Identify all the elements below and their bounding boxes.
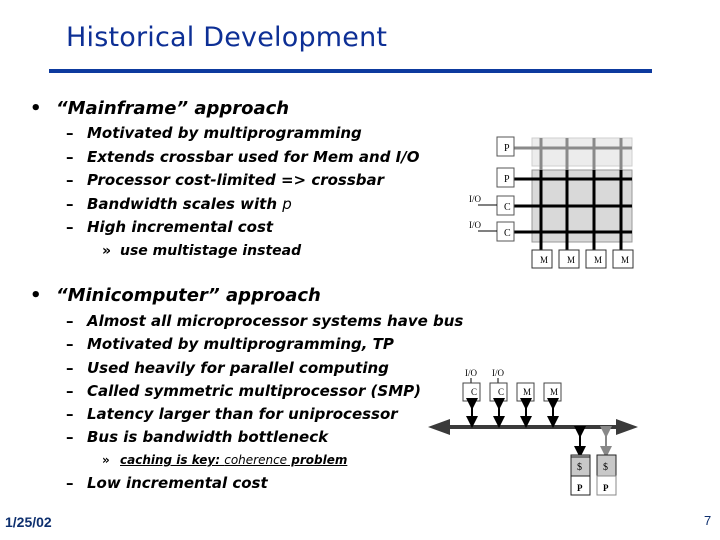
title-underline bbox=[49, 69, 652, 73]
list-item: – Extends crossbar used for Mem and I/O bbox=[66, 148, 420, 166]
sub-list-item: » caching is key: coherence problem bbox=[102, 453, 348, 467]
cache-label: $ bbox=[577, 462, 582, 473]
svg-text:M: M bbox=[567, 255, 575, 265]
cache-processor-stack: $ P bbox=[596, 454, 617, 496]
svg-text:C: C bbox=[471, 387, 477, 397]
list-item: – Called symmetric multiprocessor (SMP) bbox=[66, 382, 421, 400]
processor-label: P bbox=[603, 483, 609, 493]
svg-text:M: M bbox=[540, 255, 548, 265]
list-item: – Bus is bandwidth bottleneck bbox=[66, 428, 329, 446]
io-controller-box: C bbox=[496, 195, 515, 216]
io-controller-box: C bbox=[462, 382, 481, 402]
memory-box: M bbox=[543, 382, 562, 402]
memory-box: M bbox=[612, 249, 634, 269]
list-item: – High incremental cost bbox=[66, 218, 274, 236]
footer-date: 1/25/02 bbox=[5, 514, 52, 530]
list-item: – Low incremental cost bbox=[66, 474, 268, 492]
svg-text:C: C bbox=[498, 387, 504, 397]
io-controller-box: C bbox=[489, 382, 508, 402]
io-controller-box: C bbox=[496, 221, 515, 242]
memory-box: M bbox=[531, 249, 553, 269]
svg-text:P: P bbox=[504, 143, 510, 154]
svg-text:P: P bbox=[504, 174, 510, 185]
bullet-icon: • bbox=[30, 98, 42, 119]
svg-text:M: M bbox=[550, 387, 558, 397]
cache-label: $ bbox=[603, 462, 608, 473]
svg-text:C: C bbox=[504, 202, 511, 213]
section-minicomputer-heading: • “Minicomputer” approach bbox=[30, 285, 321, 306]
list-item: – Motivated by multiprogramming, TP bbox=[66, 335, 394, 353]
section-mainframe-heading: • “Mainframe” approach bbox=[30, 98, 290, 119]
list-item: – Used heavily for parallel computing bbox=[66, 359, 389, 377]
crossbar-back-plane bbox=[531, 137, 633, 167]
memory-box: M bbox=[585, 249, 607, 269]
processor-label: P bbox=[577, 483, 583, 493]
list-item: – Latency larger than for uniprocessor bbox=[66, 405, 398, 423]
bus-arrow-left bbox=[428, 419, 450, 435]
io-label: I/O bbox=[469, 220, 481, 230]
list-item: – Almost all microprocessor systems have … bbox=[66, 312, 464, 330]
svg-text:M: M bbox=[594, 255, 602, 265]
svg-text:M: M bbox=[523, 387, 531, 397]
list-item: – Bandwidth scales with p bbox=[66, 195, 292, 213]
bus-diagram: I/O I/O C C M M $ P $ P bbox=[428, 368, 638, 496]
sub-list-item: » use multistage instead bbox=[102, 243, 302, 259]
list-item: – Motivated by multiprogramming bbox=[66, 124, 362, 142]
list-item: – Processor cost-limited => crossbar bbox=[66, 171, 385, 189]
memory-box: M bbox=[516, 382, 535, 402]
svg-text:M: M bbox=[621, 255, 629, 265]
variable-p: p bbox=[282, 195, 292, 213]
io-label: I/O bbox=[469, 194, 481, 204]
bullet-icon: • bbox=[30, 285, 42, 306]
processor-box: P bbox=[496, 136, 515, 157]
bus-arrow-right bbox=[616, 419, 638, 435]
io-label: I/O bbox=[492, 368, 504, 378]
slide-title: Historical Development bbox=[66, 22, 388, 53]
svg-text:C: C bbox=[504, 228, 511, 239]
cache-processor-stack: $ P bbox=[570, 454, 591, 496]
processor-box: P bbox=[496, 167, 515, 188]
io-label: I/O bbox=[465, 368, 477, 378]
crossbar-diagram: P P C C I/O I/O M M M M bbox=[469, 136, 634, 269]
page-number: 7 bbox=[704, 513, 712, 528]
memory-box: M bbox=[558, 249, 580, 269]
